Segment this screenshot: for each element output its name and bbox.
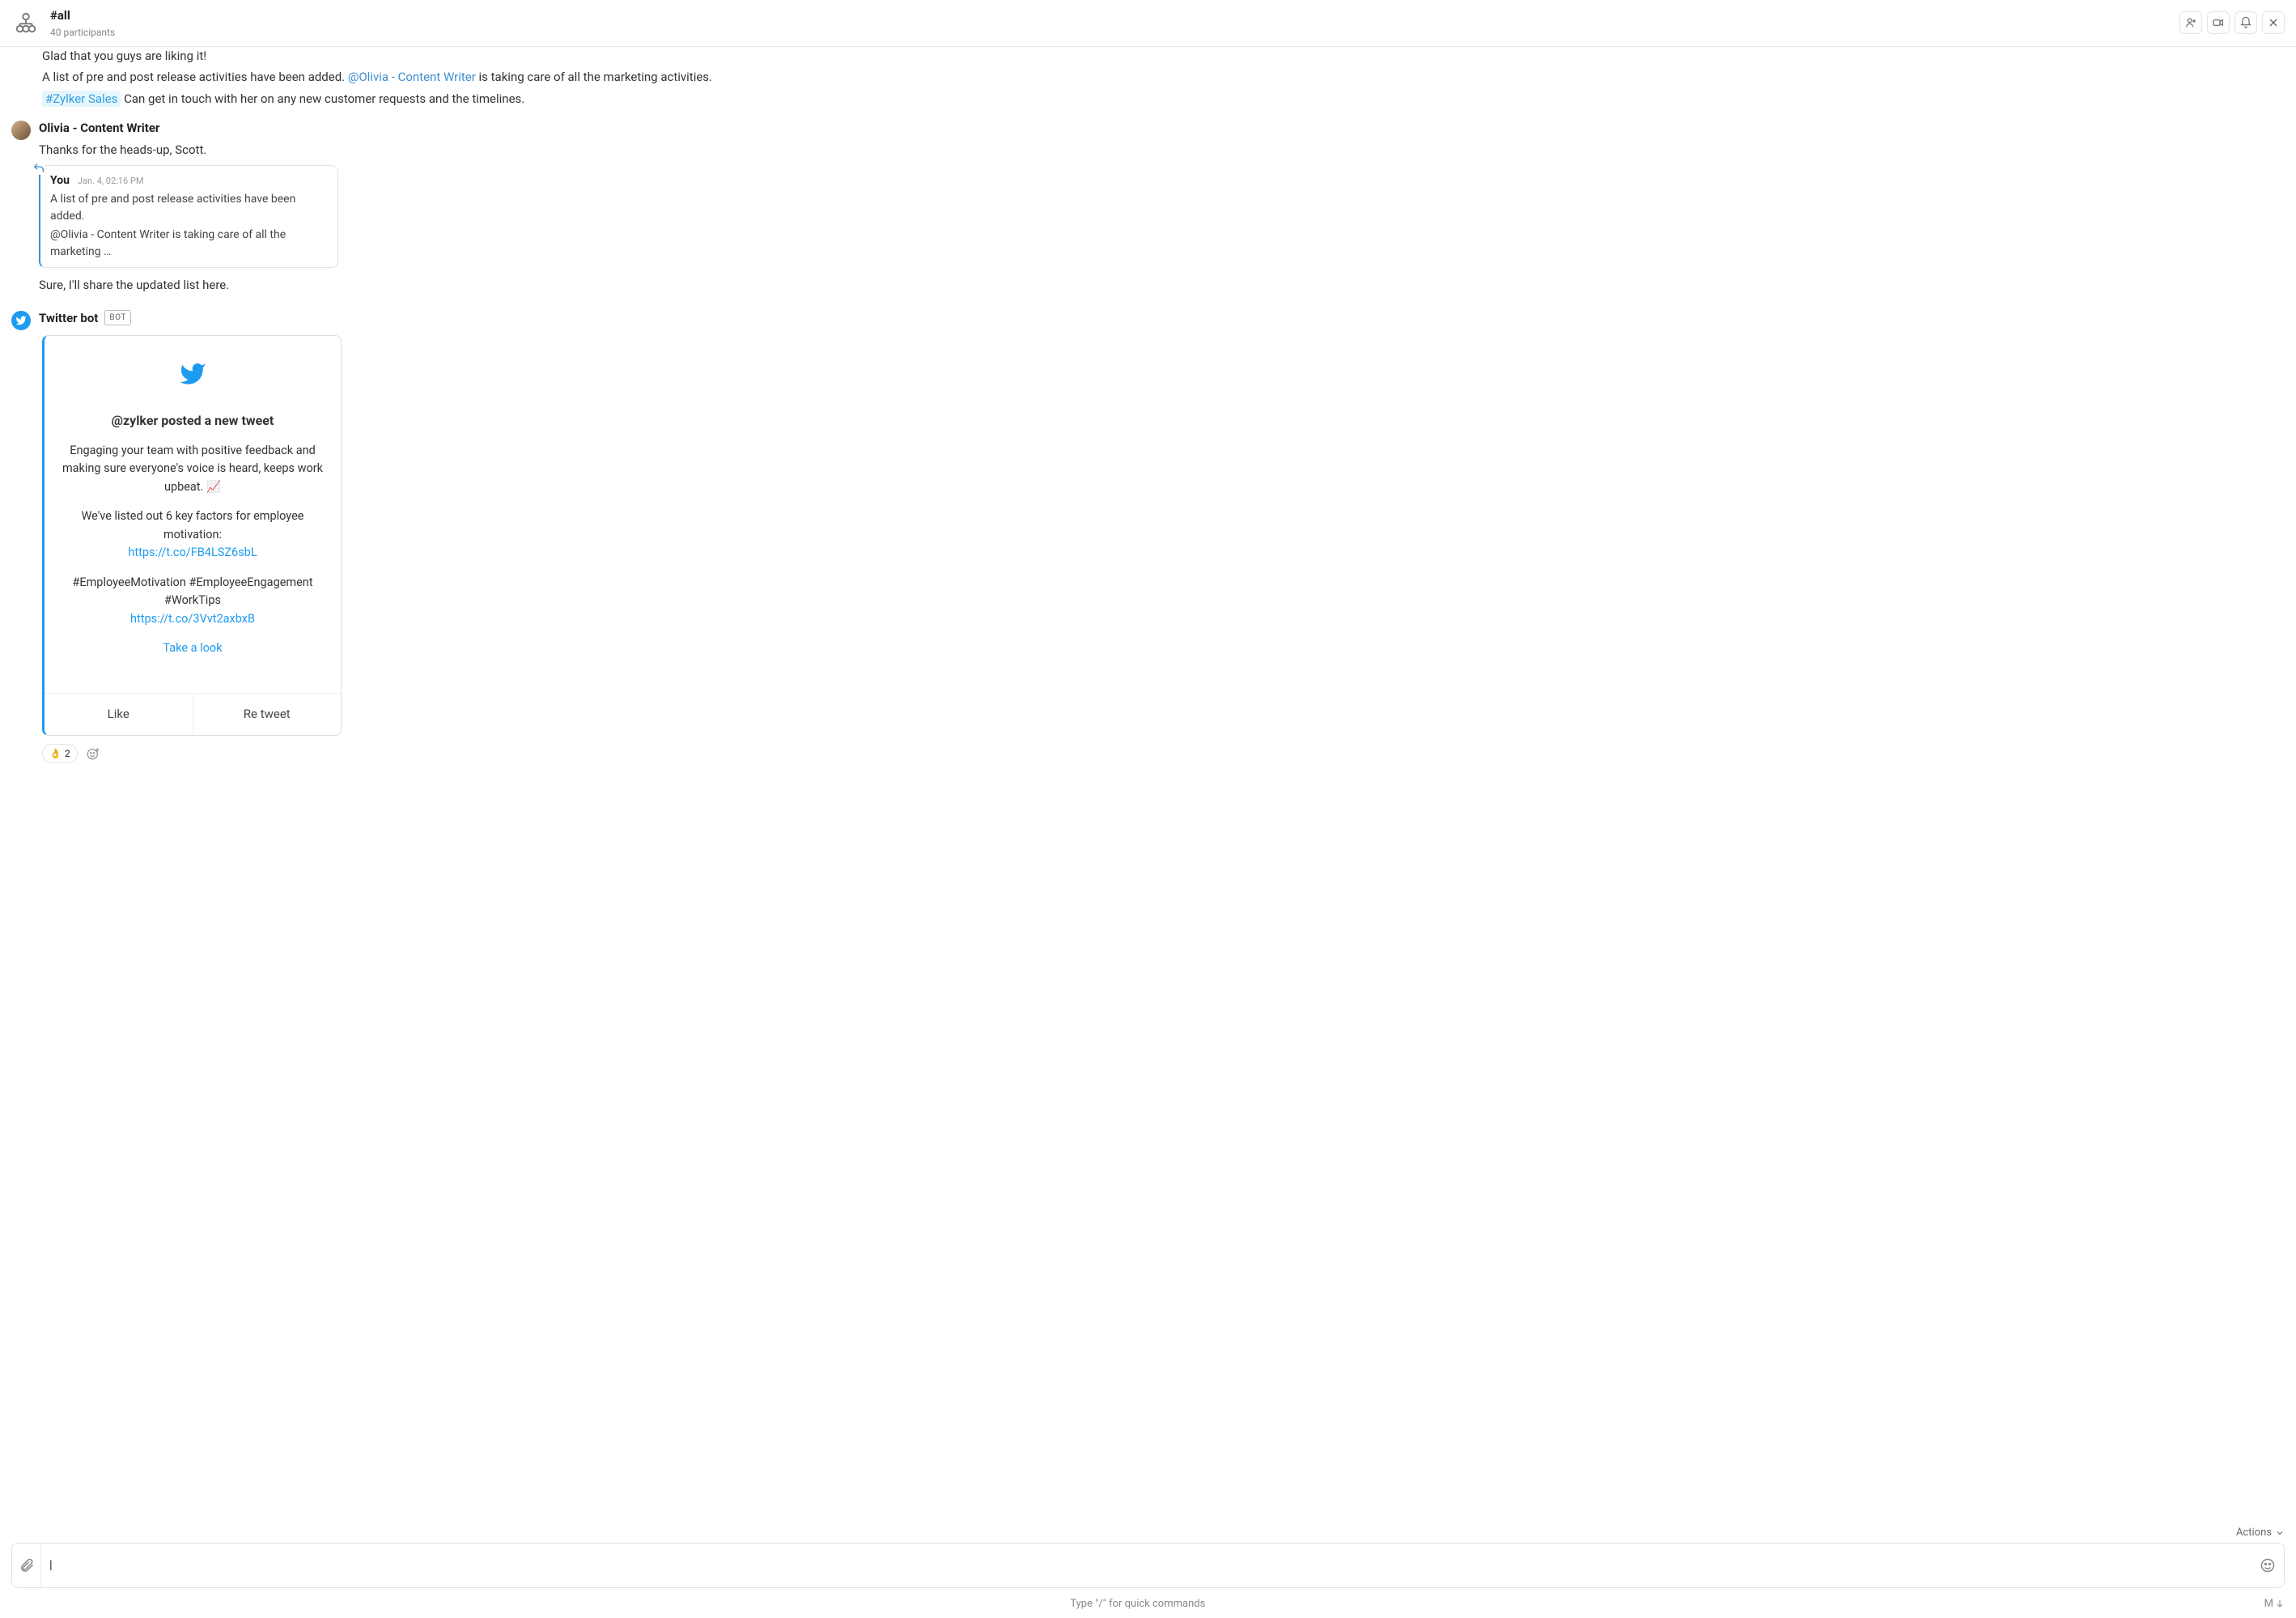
text-part: is taking care of all the marketing acti… xyxy=(476,70,712,84)
tweet-title: @zylker posted a new tweet xyxy=(57,411,328,431)
close-button[interactable] xyxy=(2262,11,2285,34)
quote-card[interactable]: You Jan. 4, 02:16 PM A list of pre and p… xyxy=(39,165,338,268)
channel-name: #all xyxy=(50,6,2179,25)
channel-header: #all 40 participants xyxy=(0,0,2296,47)
channel-info: #all 40 participants xyxy=(50,6,2179,40)
notifications-button[interactable] xyxy=(2234,11,2257,34)
channel-participants: 40 participants xyxy=(50,25,2179,40)
text-part: Can get in touch with her on any new cus… xyxy=(121,91,524,106)
channel-avatar-icon xyxy=(11,8,40,37)
reaction-emoji: 👌 xyxy=(49,746,62,761)
author-name: Olivia - Content Writer xyxy=(39,119,159,138)
message-scott-continued: Glad that you guys are liking it! A list… xyxy=(11,47,2285,108)
avatar-twitter xyxy=(11,311,31,330)
footer-hints: Type "/" for quick commands M xyxy=(0,1593,2296,1618)
header-actions xyxy=(2179,11,2285,34)
twitter-icon xyxy=(57,360,328,393)
add-reaction-button[interactable] xyxy=(84,745,102,762)
text-line: Glad that you guys are liking it! xyxy=(42,47,2285,66)
channel-hashtag[interactable]: #Zylker Sales xyxy=(42,91,121,107)
markdown-hint-label: M xyxy=(2264,1596,2273,1612)
bot-badge: BOT xyxy=(104,310,130,325)
tweet-paragraph: We've listed out 6 key factors for emplo… xyxy=(57,507,328,562)
tweet-paragraph: #EmployeeMotivation #EmployeeEngagement … xyxy=(57,574,328,628)
reactions-bar: 👌 2 xyxy=(42,744,2285,763)
tweet-text: #EmployeeMotivation #EmployeeEngagement … xyxy=(72,575,312,607)
actions-dropdown[interactable]: Actions xyxy=(11,1525,2285,1541)
attach-button[interactable] xyxy=(12,1544,41,1587)
author-name: Twitter bot xyxy=(39,309,98,328)
message-input[interactable]: | xyxy=(41,1549,2251,1582)
text-line: #Zylker Sales Can get in touch with her … xyxy=(42,90,2285,108)
tweet-link[interactable]: https://t.co/FB4LSZ6sbL xyxy=(128,546,257,559)
tweet-card: @zylker posted a new tweet Engaging your… xyxy=(42,335,342,736)
retweet-button[interactable]: Re tweet xyxy=(193,694,342,735)
message-header: Twitter bot BOT xyxy=(39,309,2285,328)
like-button[interactable]: Like xyxy=(45,694,193,735)
video-call-button[interactable] xyxy=(2207,11,2230,34)
tweet-cta: Take a look xyxy=(57,639,328,657)
slash-hint: Type "/" for quick commands xyxy=(1070,1596,1205,1612)
tweet-actions: Like Re tweet xyxy=(45,693,341,735)
tweet-paragraph: Engaging your team with positive feedbac… xyxy=(57,442,328,496)
chevron-down-icon xyxy=(2275,1528,2285,1538)
message-header: Olivia - Content Writer xyxy=(39,119,2285,138)
app-root: #all 40 participants xyxy=(0,0,2296,1618)
avatar xyxy=(11,121,31,140)
quote-time: Jan. 4, 02:16 PM xyxy=(78,175,144,189)
emoji-button[interactable] xyxy=(2251,1557,2284,1573)
reply-icon xyxy=(32,162,45,175)
reaction-count: 2 xyxy=(65,746,70,761)
tweet-text: We've listed out 6 key factors for emplo… xyxy=(82,509,304,541)
message-twitterbot: Twitter bot BOT xyxy=(11,309,2285,331)
take-a-look-link[interactable]: Take a look xyxy=(163,641,222,655)
add-participant-button[interactable] xyxy=(2179,11,2202,34)
message-olivia: Olivia - Content Writer Thanks for the h… xyxy=(11,119,2285,298)
quote-line: @Olivia - Content Writer is taking care … xyxy=(50,227,328,261)
quoted-reply: You Jan. 4, 02:16 PM A list of pre and p… xyxy=(39,165,338,268)
messages-list[interactable]: Glad that you guys are liking it! A list… xyxy=(0,47,2296,1522)
reaction-ok[interactable]: 👌 2 xyxy=(42,744,78,763)
arrow-down-icon xyxy=(2275,1599,2285,1608)
paperclip-icon xyxy=(19,1557,35,1573)
text-line: A list of pre and post release activitie… xyxy=(42,68,2285,87)
text-line: Sure, I'll share the updated list here. xyxy=(39,276,2285,295)
quote-author: You xyxy=(50,172,70,189)
composer-area: Actions | xyxy=(0,1522,2296,1593)
text-part: A list of pre and post release activitie… xyxy=(42,70,348,84)
mention-olivia[interactable]: @Olivia - Content Writer xyxy=(348,70,476,84)
tweet-card-wrap: @zylker posted a new tweet Engaging your… xyxy=(42,335,2285,736)
message-composer: | xyxy=(11,1543,2285,1588)
tweet-link[interactable]: https://t.co/3Vvt2axbxB xyxy=(130,612,255,626)
actions-label: Actions xyxy=(2236,1525,2272,1541)
quote-line: A list of pre and post release activitie… xyxy=(50,191,328,225)
text-line: Thanks for the heads-up, Scott. xyxy=(39,141,2285,159)
smiley-icon xyxy=(2260,1557,2276,1573)
markdown-hint[interactable]: M xyxy=(2264,1596,2285,1612)
